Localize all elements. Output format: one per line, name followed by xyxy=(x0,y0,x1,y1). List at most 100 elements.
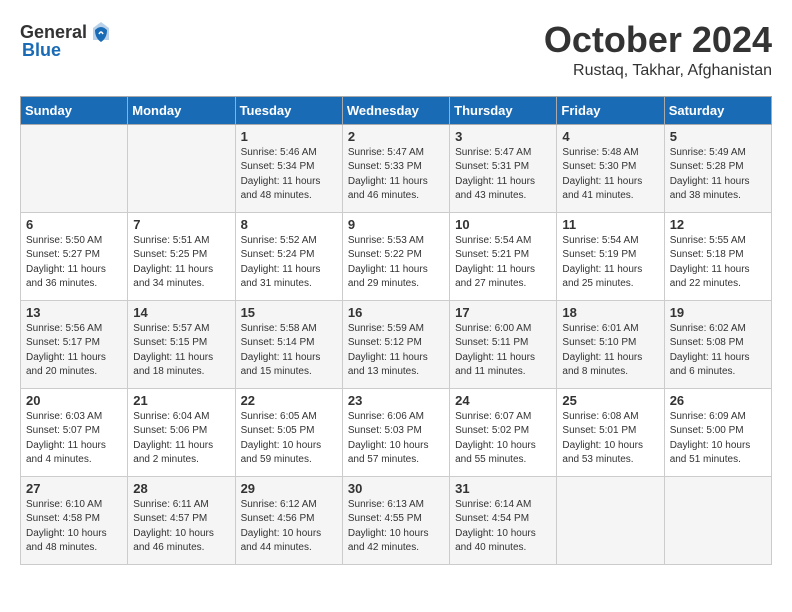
cell-content: Sunrise: 6:05 AMSunset: 5:05 PMDaylight:… xyxy=(241,410,337,468)
cell-content: Sunrise: 5:47 AMSunset: 5:33 PMDaylight:… xyxy=(348,146,444,204)
day-number: 14 xyxy=(133,305,229,320)
week-row-1: 1 Sunrise: 5:46 AMSunset: 5:34 PMDaylight… xyxy=(21,124,772,212)
cell-content: Sunrise: 6:08 AMSunset: 5:01 PMDaylight:… xyxy=(562,410,658,468)
day-number: 5 xyxy=(670,129,766,144)
calendar-cell: 26 Sunrise: 6:09 AMSunset: 5:00 PMDayligh… xyxy=(664,388,771,476)
day-number: 30 xyxy=(348,481,444,496)
calendar-cell: 22 Sunrise: 6:05 AMSunset: 5:05 PMDayligh… xyxy=(235,388,342,476)
calendar-cell: 6 Sunrise: 5:50 AMSunset: 5:27 PMDaylight… xyxy=(21,212,128,300)
day-number: 19 xyxy=(670,305,766,320)
logo-icon xyxy=(89,20,113,44)
week-row-4: 20 Sunrise: 6:03 AMSunset: 5:07 PMDayligh… xyxy=(21,388,772,476)
calendar-cell: 14 Sunrise: 5:57 AMSunset: 5:15 PMDayligh… xyxy=(128,300,235,388)
logo-text-blue: Blue xyxy=(22,40,61,61)
cell-content: Sunrise: 6:06 AMSunset: 5:03 PMDaylight:… xyxy=(348,410,444,468)
cell-content: Sunrise: 5:47 AMSunset: 5:31 PMDaylight:… xyxy=(455,146,551,204)
calendar-cell: 11Sunrise: 5:54 AMSunset: 5:19 PMDayligh… xyxy=(557,212,664,300)
month-title: October 2024 xyxy=(544,20,772,60)
calendar-cell xyxy=(21,124,128,212)
day-number: 31 xyxy=(455,481,551,496)
cell-content: Sunrise: 6:00 AMSunset: 5:11 PMDaylight:… xyxy=(455,322,551,380)
calendar-cell: 3Sunrise: 5:47 AMSunset: 5:31 PMDaylight… xyxy=(450,124,557,212)
cell-content: Sunrise: 6:12 AMSunset: 4:56 PMDaylight:… xyxy=(241,498,337,556)
calendar-cell: 8 Sunrise: 5:52 AMSunset: 5:24 PMDaylight… xyxy=(235,212,342,300)
day-number: 27 xyxy=(26,481,122,496)
calendar-cell: 10 Sunrise: 5:54 AMSunset: 5:21 PMDayligh… xyxy=(450,212,557,300)
calendar-cell: 29 Sunrise: 6:12 AMSunset: 4:56 PMDayligh… xyxy=(235,476,342,564)
calendar-cell: 18 Sunrise: 6:01 AMSunset: 5:10 PMDayligh… xyxy=(557,300,664,388)
day-number: 9 xyxy=(348,217,444,232)
day-number: 4 xyxy=(562,129,658,144)
cell-content: Sunrise: 5:59 AMSunset: 5:12 PMDaylight:… xyxy=(348,322,444,380)
cell-content: Sunrise: 6:04 AMSunset: 5:06 PMDaylight:… xyxy=(133,410,229,468)
day-number: 1 xyxy=(241,129,337,144)
calendar-cell: 15Sunrise: 5:58 AMSunset: 5:14 PMDayligh… xyxy=(235,300,342,388)
calendar-cell xyxy=(557,476,664,564)
cell-content: Sunrise: 5:56 AMSunset: 5:17 PMDaylight:… xyxy=(26,322,122,380)
week-row-5: 27 Sunrise: 6:10 AMSunset: 4:58 PMDayligh… xyxy=(21,476,772,564)
calendar-cell: 21Sunrise: 6:04 AMSunset: 5:06 PMDayligh… xyxy=(128,388,235,476)
cell-content: Sunrise: 6:11 AMSunset: 4:57 PMDaylight:… xyxy=(133,498,229,556)
calendar-cell: 20 Sunrise: 6:03 AMSunset: 5:07 PMDayligh… xyxy=(21,388,128,476)
cell-content: Sunrise: 5:54 AMSunset: 5:21 PMDaylight:… xyxy=(455,234,551,292)
logo: General Blue xyxy=(20,20,113,61)
week-row-2: 6 Sunrise: 5:50 AMSunset: 5:27 PMDaylight… xyxy=(21,212,772,300)
day-number: 23 xyxy=(348,393,444,408)
cell-content: Sunrise: 5:48 AMSunset: 5:30 PMDaylight:… xyxy=(562,146,658,204)
cell-content: Sunrise: 5:57 AMSunset: 5:15 PMDaylight:… xyxy=(133,322,229,380)
title-block: October 2024 Rustaq, Takhar, Afghanistan xyxy=(544,20,772,80)
week-row-3: 13 Sunrise: 5:56 AMSunset: 5:17 PMDayligh… xyxy=(21,300,772,388)
day-number: 8 xyxy=(241,217,337,232)
cell-content: Sunrise: 6:07 AMSunset: 5:02 PMDaylight:… xyxy=(455,410,551,468)
cell-content: Sunrise: 6:03 AMSunset: 5:07 PMDaylight:… xyxy=(26,410,122,468)
day-number: 2 xyxy=(348,129,444,144)
location-title: Rustaq, Takhar, Afghanistan xyxy=(544,62,772,80)
day-number: 26 xyxy=(670,393,766,408)
calendar-table: SundayMondayTuesdayWednesdayThursdayFrid… xyxy=(20,96,772,565)
day-number: 18 xyxy=(562,305,658,320)
day-number: 6 xyxy=(26,217,122,232)
column-header-monday: Monday xyxy=(128,96,235,124)
cell-content: Sunrise: 6:09 AMSunset: 5:00 PMDaylight:… xyxy=(670,410,766,468)
cell-content: Sunrise: 6:01 AMSunset: 5:10 PMDaylight:… xyxy=(562,322,658,380)
calendar-cell: 24 Sunrise: 6:07 AMSunset: 5:02 PMDayligh… xyxy=(450,388,557,476)
day-number: 24 xyxy=(455,393,551,408)
calendar-cell: 23 Sunrise: 6:06 AMSunset: 5:03 PMDayligh… xyxy=(342,388,449,476)
cell-content: Sunrise: 5:54 AMSunset: 5:19 PMDaylight:… xyxy=(562,234,658,292)
day-number: 28 xyxy=(133,481,229,496)
calendar-cell: 7Sunrise: 5:51 AMSunset: 5:25 PMDaylight… xyxy=(128,212,235,300)
cell-content: Sunrise: 5:58 AMSunset: 5:14 PMDaylight:… xyxy=(241,322,337,380)
day-number: 10 xyxy=(455,217,551,232)
column-header-friday: Friday xyxy=(557,96,664,124)
column-header-thursday: Thursday xyxy=(450,96,557,124)
day-number: 17 xyxy=(455,305,551,320)
cell-content: Sunrise: 5:52 AMSunset: 5:24 PMDaylight:… xyxy=(241,234,337,292)
day-number: 29 xyxy=(241,481,337,496)
cell-content: Sunrise: 6:10 AMSunset: 4:58 PMDaylight:… xyxy=(26,498,122,556)
header-row: SundayMondayTuesdayWednesdayThursdayFrid… xyxy=(21,96,772,124)
column-header-wednesday: Wednesday xyxy=(342,96,449,124)
day-number: 20 xyxy=(26,393,122,408)
page-header: General Blue October 2024 Rustaq, Takhar… xyxy=(20,20,772,80)
cell-content: Sunrise: 5:46 AMSunset: 5:34 PMDaylight:… xyxy=(241,146,337,204)
calendar-cell: 13 Sunrise: 5:56 AMSunset: 5:17 PMDayligh… xyxy=(21,300,128,388)
cell-content: Sunrise: 5:55 AMSunset: 5:18 PMDaylight:… xyxy=(670,234,766,292)
cell-content: Sunrise: 5:50 AMSunset: 5:27 PMDaylight:… xyxy=(26,234,122,292)
day-number: 13 xyxy=(26,305,122,320)
cell-content: Sunrise: 6:14 AMSunset: 4:54 PMDaylight:… xyxy=(455,498,551,556)
calendar-cell: 30Sunrise: 6:13 AMSunset: 4:55 PMDayligh… xyxy=(342,476,449,564)
calendar-cell xyxy=(128,124,235,212)
cell-content: Sunrise: 5:49 AMSunset: 5:28 PMDaylight:… xyxy=(670,146,766,204)
day-number: 16 xyxy=(348,305,444,320)
cell-content: Sunrise: 5:53 AMSunset: 5:22 PMDaylight:… xyxy=(348,234,444,292)
cell-content: Sunrise: 6:02 AMSunset: 5:08 PMDaylight:… xyxy=(670,322,766,380)
day-number: 7 xyxy=(133,217,229,232)
calendar-cell xyxy=(664,476,771,564)
column-header-tuesday: Tuesday xyxy=(235,96,342,124)
day-number: 25 xyxy=(562,393,658,408)
column-header-saturday: Saturday xyxy=(664,96,771,124)
calendar-cell: 12 Sunrise: 5:55 AMSunset: 5:18 PMDayligh… xyxy=(664,212,771,300)
day-number: 22 xyxy=(241,393,337,408)
calendar-cell: 16 Sunrise: 5:59 AMSunset: 5:12 PMDayligh… xyxy=(342,300,449,388)
day-number: 12 xyxy=(670,217,766,232)
